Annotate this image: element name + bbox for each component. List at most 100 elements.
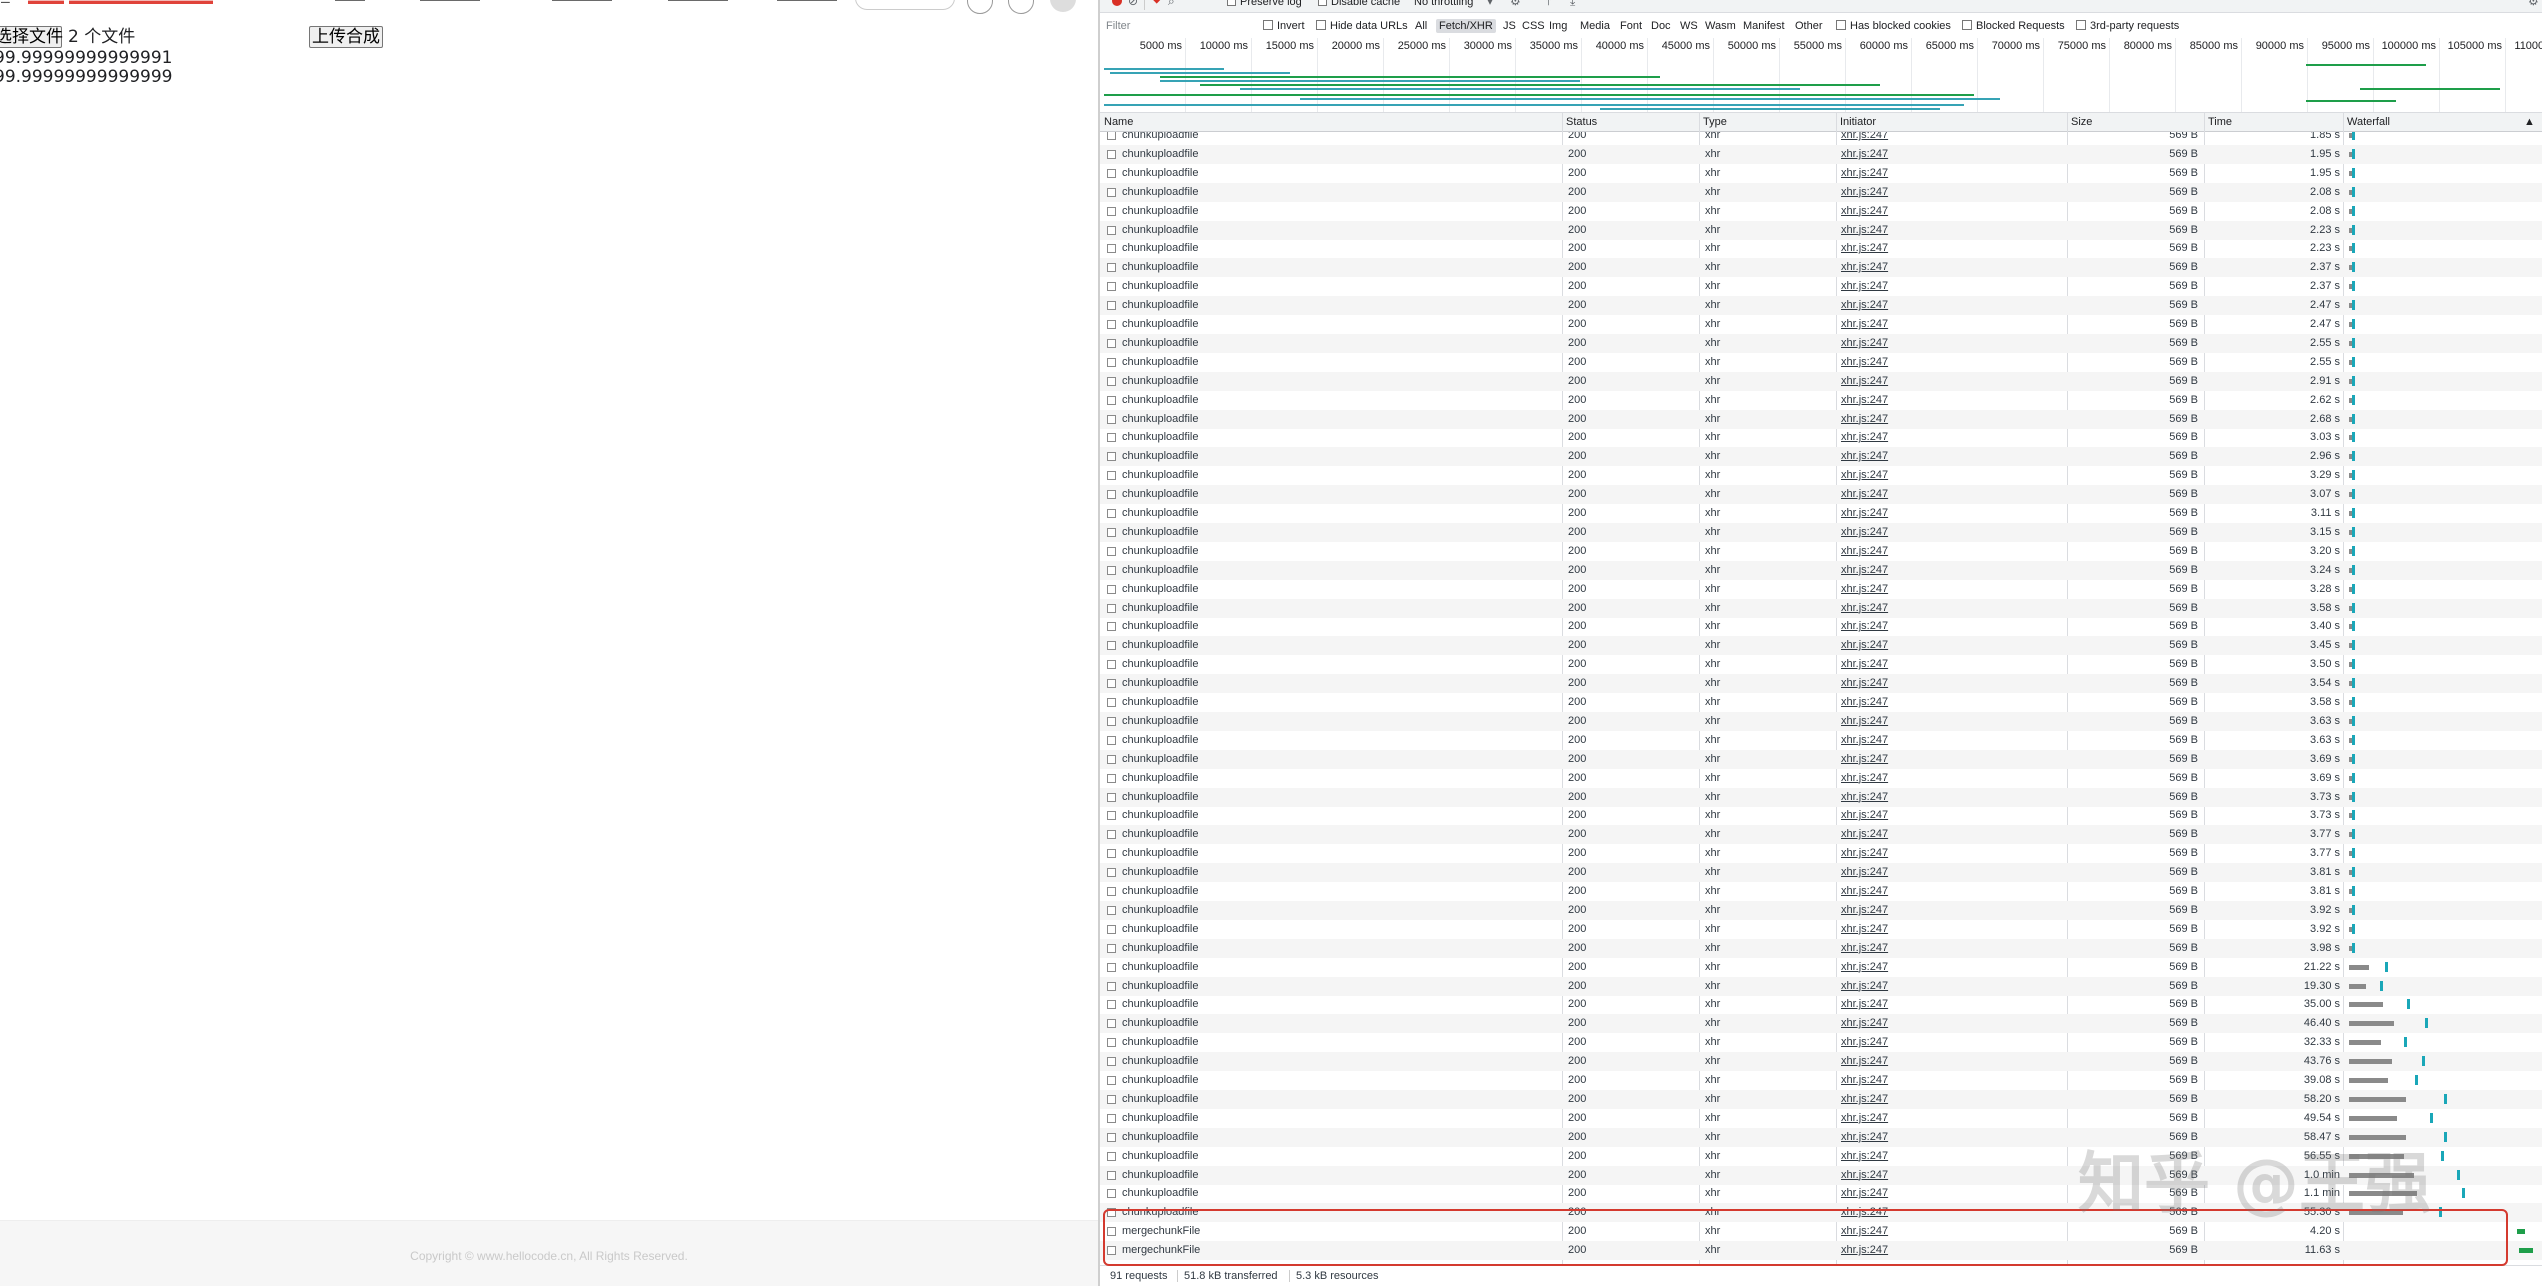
request-name[interactable]: chunkuploadfile — [1122, 995, 1198, 1014]
row-checkbox[interactable] — [1107, 924, 1116, 934]
request-name[interactable]: chunkuploadfile — [1122, 353, 1198, 372]
row-checkbox[interactable] — [1107, 244, 1116, 254]
table-row[interactable]: chunkuploadfile 200 xhr xhr.js:247 569 B 1.95… — [1100, 164, 2542, 183]
request-name[interactable]: chunkuploadfile — [1122, 258, 1198, 277]
row-checkbox[interactable] — [1107, 414, 1116, 424]
row-checkbox[interactable] — [1107, 811, 1116, 821]
request-name[interactable]: chunkuploadfile — [1122, 1052, 1198, 1071]
request-initiator-link[interactable]: xhr.js:247 — [1841, 296, 1888, 315]
request-initiator-link[interactable]: xhr.js:247 — [1841, 447, 1888, 466]
table-row[interactable]: chunkuploadfile 200 xhr xhr.js:247 569 B 3.45… — [1100, 636, 2542, 656]
settings-icon[interactable]: ⚙ — [2528, 0, 2539, 8]
request-name[interactable]: chunkuploadfile — [1122, 221, 1198, 240]
row-checkbox[interactable] — [1107, 132, 1116, 140]
table-row[interactable]: chunkuploadfile 200 xhr xhr.js:247 569 B 3.29… — [1100, 466, 2542, 485]
request-name[interactable]: chunkuploadfile — [1122, 1033, 1198, 1052]
request-initiator-link[interactable]: xhr.js:247 — [1841, 1128, 1888, 1147]
nav-item-1[interactable]: ▬▬ — [335, 0, 365, 5]
table-row[interactable]: chunkuploadfile 200 xhr xhr.js:247 569 B 39.0… — [1100, 1071, 2542, 1090]
request-initiator-link[interactable]: xhr.js:247 — [1841, 712, 1888, 731]
request-name[interactable]: chunkuploadfile — [1122, 239, 1198, 258]
request-initiator-link[interactable]: xhr.js:247 — [1841, 132, 1888, 145]
table-row[interactable]: chunkuploadfile 200 xhr xhr.js:247 569 B 3.63… — [1100, 711, 2542, 731]
type-filter-manifest[interactable]: Manifest — [1743, 19, 1785, 33]
row-checkbox[interactable] — [1107, 1038, 1116, 1048]
request-name[interactable]: chunkuploadfile — [1122, 542, 1198, 561]
request-initiator-link[interactable]: xhr.js:247 — [1841, 825, 1888, 844]
table-row[interactable]: chunkuploadfile 200 xhr xhr.js:247 569 B 2.23… — [1100, 239, 2542, 258]
request-name[interactable]: chunkuploadfile — [1122, 939, 1198, 958]
request-initiator-link[interactable]: xhr.js:247 — [1841, 145, 1888, 164]
table-row[interactable]: chunkuploadfile 200 xhr xhr.js:247 569 B 3.98… — [1100, 938, 2542, 958]
row-checkbox[interactable] — [1107, 1189, 1116, 1199]
hide-data-urls-checkbox[interactable] — [1316, 20, 1326, 30]
chevron-down-icon[interactable]: ▾ — [1487, 0, 1493, 8]
request-initiator-link[interactable]: xhr.js:247 — [1841, 466, 1888, 485]
table-row[interactable]: chunkuploadfile 200 xhr xhr.js:247 569 B 3.15… — [1100, 522, 2542, 542]
request-name[interactable]: chunkuploadfile — [1122, 372, 1198, 391]
table-row[interactable]: chunkuploadfile 200 xhr xhr.js:247 569 B 2.55… — [1100, 353, 2542, 372]
request-name[interactable]: chunkuploadfile — [1122, 428, 1198, 447]
row-checkbox[interactable] — [1107, 1000, 1116, 1010]
table-row[interactable]: chunkuploadfile 200 xhr xhr.js:247 569 B 3.58… — [1100, 598, 2542, 618]
request-name[interactable]: chunkuploadfile — [1122, 410, 1198, 429]
table-row[interactable]: chunkuploadfile 200 xhr xhr.js:247 569 B 19.3… — [1100, 976, 2542, 996]
row-checkbox[interactable] — [1107, 320, 1116, 329]
table-row[interactable]: chunkuploadfile 200 xhr xhr.js:247 569 B 2.55… — [1100, 333, 2542, 353]
request-initiator-link[interactable]: xhr.js:247 — [1841, 428, 1888, 447]
request-name[interactable]: chunkuploadfile — [1122, 1071, 1198, 1090]
request-name[interactable]: chunkuploadfile — [1122, 806, 1198, 825]
row-checkbox[interactable] — [1107, 433, 1116, 443]
table-row[interactable]: chunkuploadfile 200 xhr xhr.js:247 569 B 46.4… — [1100, 1014, 2542, 1034]
request-initiator-link[interactable]: xhr.js:247 — [1841, 410, 1888, 429]
request-initiator-link[interactable]: xhr.js:247 — [1841, 599, 1888, 618]
row-checkbox[interactable] — [1107, 471, 1116, 481]
type-filter-img[interactable]: Img — [1549, 19, 1567, 33]
request-name[interactable]: chunkuploadfile — [1122, 863, 1198, 882]
row-checkbox[interactable] — [1107, 1170, 1116, 1180]
menu-icon[interactable]: ☰ — [0, 0, 14, 6]
table-row[interactable]: chunkuploadfile 200 xhr xhr.js:247 569 B 1.95… — [1100, 144, 2542, 164]
row-checkbox[interactable] — [1107, 168, 1116, 178]
site-logo[interactable]: ▬▬ ▬▬▬▬▬▬▬▬ — [28, 0, 233, 4]
choose-file-button[interactable]: 选择文件 — [0, 26, 63, 48]
table-row[interactable]: chunkuploadfile 200 xhr xhr.js:247 569 B 3.28… — [1100, 580, 2542, 599]
network-conditions-icon[interactable]: ⚙ — [1510, 0, 1521, 8]
request-name[interactable]: chunkuploadfile — [1122, 617, 1198, 636]
request-initiator-link[interactable]: xhr.js:247 — [1841, 1052, 1888, 1071]
preserve-log-checkbox[interactable] — [1227, 0, 1236, 6]
row-checkbox[interactable] — [1107, 187, 1116, 197]
request-name[interactable]: chunkuploadfile — [1122, 183, 1198, 202]
row-checkbox[interactable] — [1107, 679, 1116, 689]
request-initiator-link[interactable]: xhr.js:247 — [1841, 1090, 1888, 1109]
nav-item-3[interactable]: ▬▬▬▬ — [552, 0, 612, 5]
request-initiator-link[interactable]: xhr.js:247 — [1841, 164, 1888, 183]
export-har-icon[interactable]: ⤓ — [1570, 0, 1575, 9]
request-initiator-link[interactable]: xhr.js:247 — [1841, 788, 1888, 807]
request-name[interactable]: chunkuploadfile — [1122, 1128, 1198, 1147]
row-checkbox[interactable] — [1107, 546, 1116, 556]
request-initiator-link[interactable]: xhr.js:247 — [1841, 277, 1888, 296]
row-checkbox[interactable] — [1107, 1113, 1116, 1123]
request-name[interactable]: chunkuploadfile — [1122, 296, 1198, 315]
request-initiator-link[interactable]: xhr.js:247 — [1841, 636, 1888, 655]
row-checkbox[interactable] — [1107, 773, 1116, 783]
request-initiator-link[interactable]: xhr.js:247 — [1841, 183, 1888, 202]
row-checkbox[interactable] — [1107, 962, 1116, 972]
table-row[interactable]: chunkuploadfile 200 xhr xhr.js:247 569 B 3.58… — [1100, 693, 2542, 712]
table-row[interactable]: chunkuploadfile 200 xhr xhr.js:247 569 B 3.69… — [1100, 769, 2542, 788]
request-initiator-link[interactable]: xhr.js:247 — [1841, 561, 1888, 580]
row-checkbox[interactable] — [1107, 849, 1116, 859]
request-initiator-link[interactable]: xhr.js:247 — [1841, 353, 1888, 372]
table-row[interactable]: chunkuploadfile 200 xhr xhr.js:247 569 B 3.40… — [1100, 617, 2542, 636]
request-name[interactable]: chunkuploadfile — [1122, 580, 1198, 599]
type-filter-font[interactable]: Font — [1620, 19, 1642, 33]
row-checkbox[interactable] — [1107, 149, 1116, 159]
request-name[interactable]: chunkuploadfile — [1122, 447, 1198, 466]
request-initiator-link[interactable]: xhr.js:247 — [1841, 655, 1888, 674]
table-row[interactable]: chunkuploadfile 200 xhr xhr.js:247 569 B 49.5… — [1100, 1109, 2542, 1128]
row-checkbox[interactable] — [1107, 754, 1116, 764]
request-initiator-link[interactable]: xhr.js:247 — [1841, 901, 1888, 920]
request-initiator-link[interactable]: xhr.js:247 — [1841, 617, 1888, 636]
row-checkbox[interactable] — [1107, 584, 1116, 594]
